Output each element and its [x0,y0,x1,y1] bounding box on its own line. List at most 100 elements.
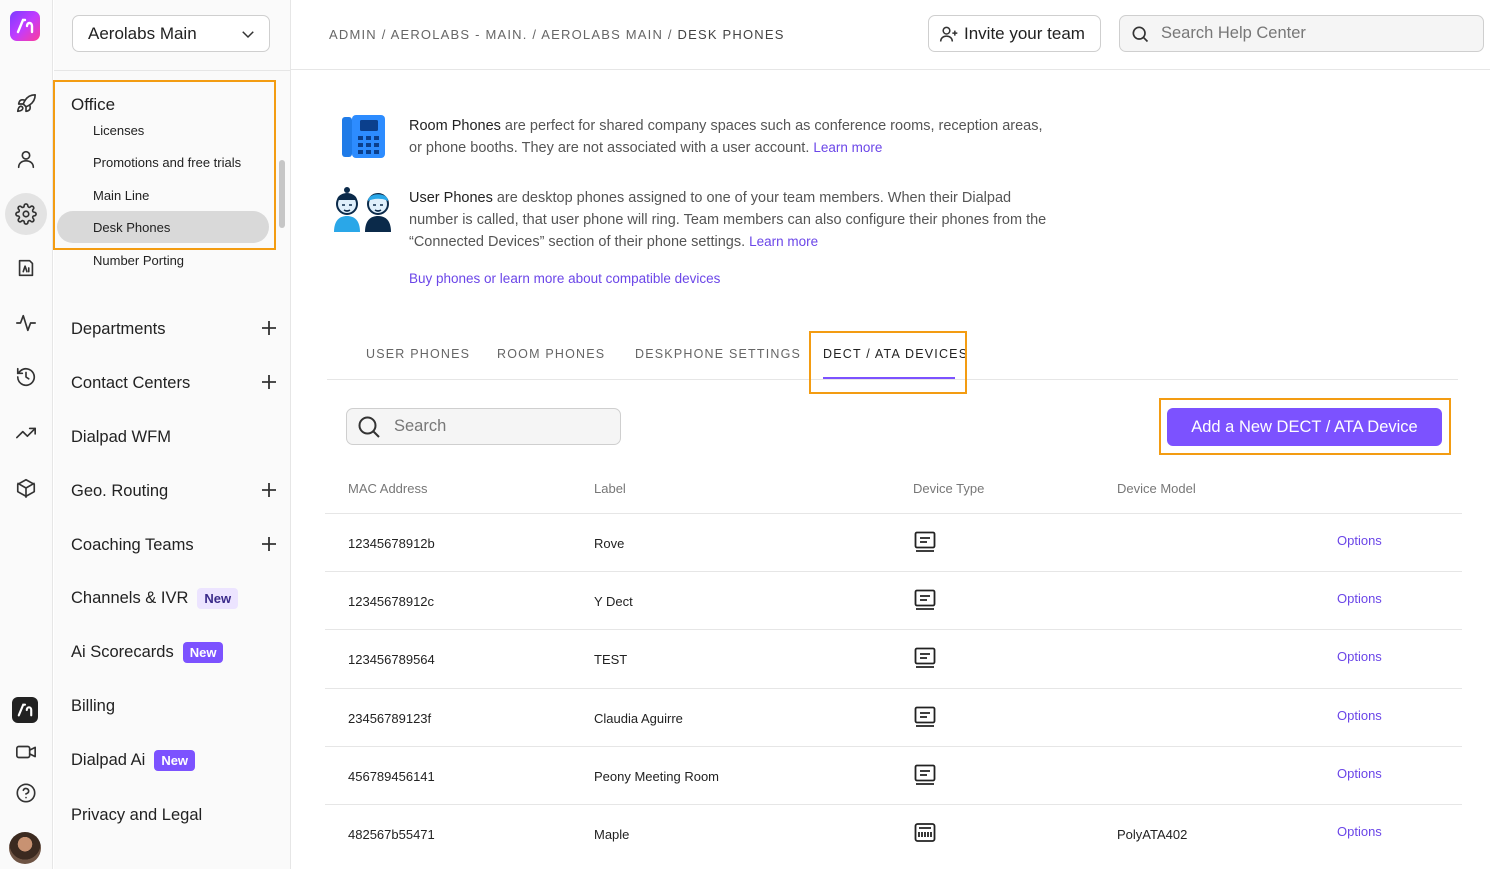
cell-mac: 123456789564 [348,652,435,667]
sidebar-item-licenses[interactable]: Licenses [57,114,269,146]
column-header-mac[interactable]: MAC Address [348,481,427,496]
options-link[interactable]: Options [1337,708,1382,723]
section-office[interactable]: Office [71,95,115,115]
contacts-icon[interactable] [12,254,40,282]
table-row[interactable]: 456789456141 Peony Meeting Room Options [325,746,1462,804]
options-link[interactable]: Options [1337,591,1382,606]
breadcrumb-path[interactable]: ADMIN / AEROLABS - MAIN. / AEROLABS MAIN… [329,27,673,42]
breadcrumb-current: DESK PHONES [677,27,785,42]
box-icon[interactable] [12,474,40,502]
room-phones-text: are perfect for shared company spaces su… [409,118,1043,156]
sidebar-item-privacy-legal[interactable]: Privacy and Legal [71,800,283,830]
plus-icon[interactable] [261,536,277,552]
column-header-device-model[interactable]: Device Model [1117,481,1196,496]
sidebar-item-dialpad-ai[interactable]: Dialpad Ai New [71,745,283,775]
sidebar-item-coaching-teams[interactable]: Coaching Teams [71,530,283,560]
sidebar-item-contact-centers[interactable]: Contact Centers [71,368,283,398]
table-row[interactable]: 482567b55471 Maple PolyATA402 Options [325,804,1462,862]
tab-user-phones[interactable]: USER PHONES [366,347,470,361]
room-phone-icon [342,115,385,158]
breadcrumb: ADMIN / AEROLABS - MAIN. / AEROLABS MAIN… [329,27,785,42]
nav-label: Contact Centers [71,373,191,392]
table-row[interactable]: 12345678912b Rove Options [325,513,1462,571]
room-learn-more-link[interactable]: Learn more [813,140,882,155]
invite-team-button[interactable]: Invite your team [928,15,1101,52]
sidebar-item-dialpad-wfm[interactable]: Dialpad WFM [71,422,283,452]
buy-phones-link[interactable]: Buy phones or learn more about compatibl… [409,271,720,286]
settings-sidebar: Aerolabs Main Office Licenses Promotions… [54,0,291,869]
tab-dect-ata-devices[interactable]: DECT / ATA DEVICES [823,347,968,361]
options-link[interactable]: Options [1337,824,1382,839]
invite-label: Invite your team [964,23,1085,43]
dect-icon [913,763,937,787]
user-phones-lead: User Phones [409,190,493,206]
device-search-input[interactable] [394,417,594,436]
dect-icon [913,530,937,554]
plus-icon[interactable] [261,482,277,498]
nav-label: Dialpad Ai [71,750,146,769]
sidebar-item-promotions[interactable]: Promotions and free trials [57,146,269,178]
sidebar-item-departments[interactable]: Departments [71,314,283,344]
sidebar-item-geo-routing[interactable]: Geo. Routing [71,476,283,506]
cell-label: Peony Meeting Room [594,769,720,784]
help-search[interactable] [1119,15,1484,52]
cell-mac: 12345678912b [348,536,435,551]
nav-label: Channels & IVR [71,588,189,607]
sidebar-scrollbar[interactable] [279,160,285,228]
nav-label: Ai Scorecards [71,642,174,661]
org-select-value: Aerolabs Main [88,23,197,43]
phone-tabs: USER PHONES ROOM PHONES DESKPHONE SETTIN… [327,331,1458,380]
user-phones-text: are desktop phones assigned to one of yo… [409,190,1047,250]
cell-mac: 456789456141 [348,769,435,784]
plus-icon[interactable] [261,374,277,390]
cell-label: Maple [594,827,630,842]
gear-icon[interactable] [5,193,47,235]
add-user-icon [939,26,958,42]
plus-icon[interactable] [261,320,277,336]
new-badge: New [197,587,239,609]
avatar[interactable] [9,832,41,864]
room-phones-info: Room Phones are perfect for shared compa… [409,115,1049,159]
dect-icon [913,705,937,729]
sidebar-item-billing[interactable]: Billing [71,691,283,721]
user-learn-more-link[interactable]: Learn more [749,234,818,249]
help-search-input[interactable] [1161,24,1461,43]
options-link[interactable]: Options [1337,766,1382,781]
table-row[interactable]: 123456789564 TEST Options [325,629,1462,687]
cell-mac: 23456789123f [348,711,432,726]
add-dect-ata-device-button[interactable]: Add a New DECT / ATA Device [1167,408,1442,446]
cell-label: Rove [594,536,625,551]
column-header-label[interactable]: Label [594,481,626,496]
options-link[interactable]: Options [1337,649,1382,664]
history-icon[interactable] [12,363,40,391]
top-bar: ADMIN / AEROLABS - MAIN. / AEROLABS MAIN… [291,0,1490,70]
device-search[interactable] [346,408,621,445]
sidebar-item-number-porting[interactable]: Number Porting [57,244,269,276]
user-icon[interactable] [12,145,40,173]
table-row[interactable]: 23456789123f Claudia Aguirre Options [325,688,1462,746]
tab-room-phones[interactable]: ROOM PHONES [497,347,605,361]
trending-icon[interactable] [12,419,40,447]
app-rail [0,0,53,869]
sidebar-item-ai-scorecards[interactable]: Ai Scorecards New [71,637,283,667]
user-phones-info: User Phones are desktop phones assigned … [409,187,1049,253]
cell-model: PolyATA402 [1117,827,1188,842]
dialpad-app-icon[interactable] [12,697,38,723]
tab-deskphone-settings[interactable]: DESKPHONE SETTINGS [635,347,801,361]
column-header-device-type[interactable]: Device Type [913,481,984,496]
dect-icon [913,588,937,612]
table-row[interactable]: 12345678912c Y Dect Options [325,571,1462,629]
options-link[interactable]: Options [1337,533,1382,548]
sidebar-item-desk-phones[interactable]: Desk Phones [57,211,269,243]
dialpad-logo-icon[interactable] [10,11,40,41]
search-icon [358,416,380,438]
org-select[interactable]: Aerolabs Main [72,15,270,52]
help-icon[interactable] [12,779,40,807]
rocket-icon[interactable] [12,90,40,118]
sidebar-item-channels-ivr[interactable]: Channels & IVR New [71,583,283,613]
video-icon[interactable] [12,738,40,766]
sidebar-item-main-line[interactable]: Main Line [57,179,269,211]
nav-label: Coaching Teams [71,535,194,554]
analytics-icon[interactable] [12,309,40,337]
nav-label: Dialpad WFM [71,427,171,446]
